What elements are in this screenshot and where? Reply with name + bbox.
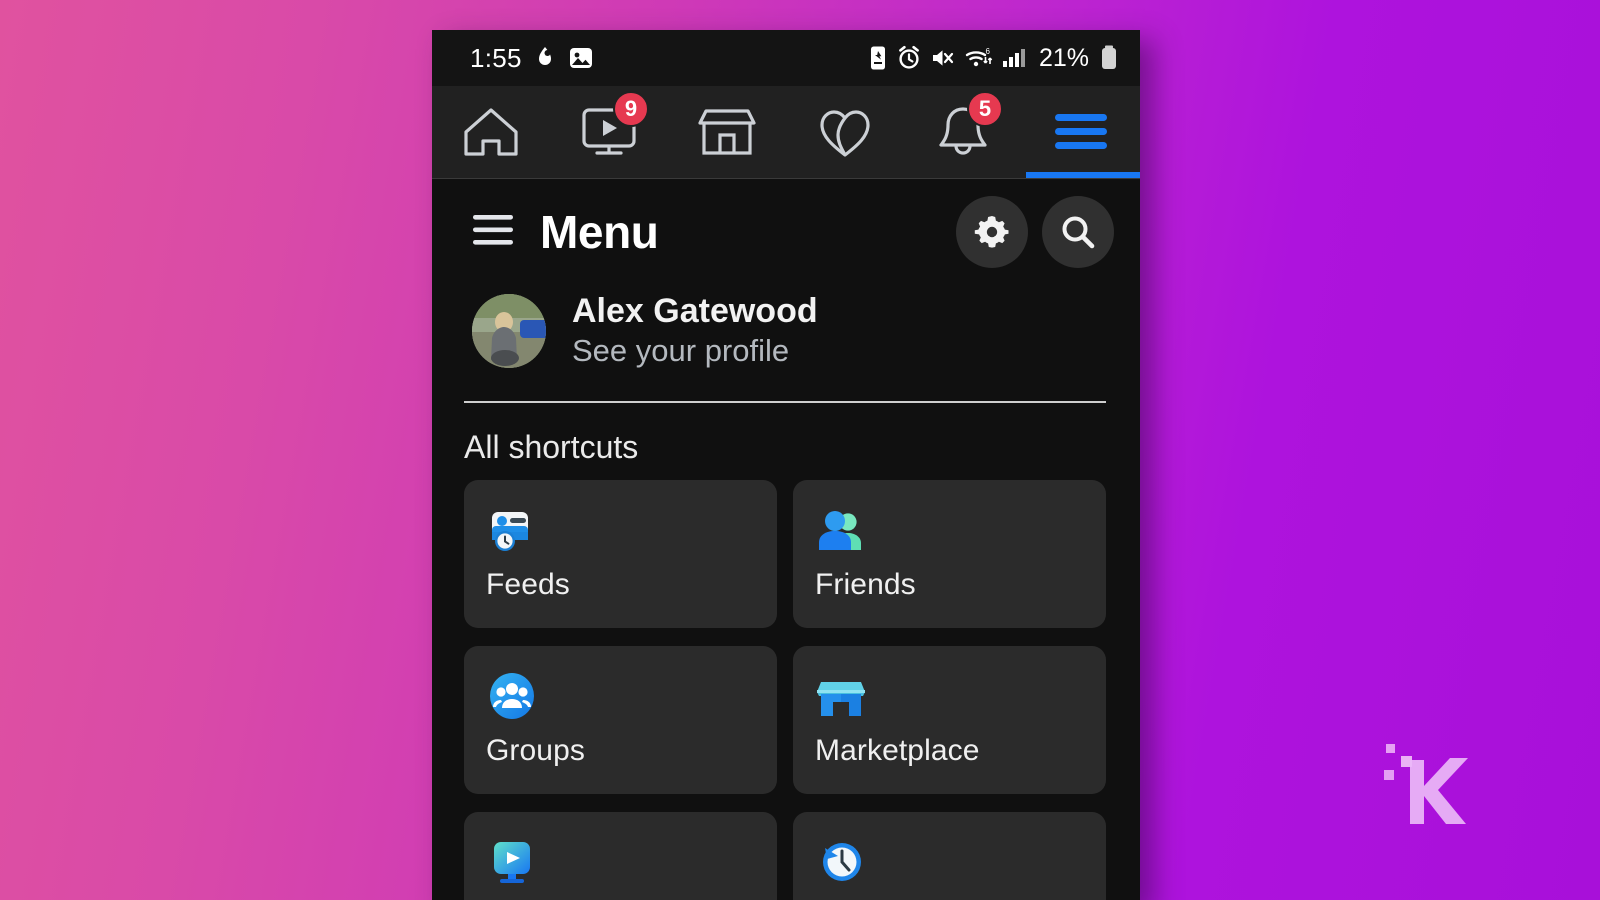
video-play-icon	[486, 836, 777, 888]
memories-clock-icon	[815, 836, 1106, 888]
shortcut-marketplace[interactable]: Marketplace	[793, 646, 1106, 795]
profile-row[interactable]: Alex Gatewood See your profile	[432, 275, 1140, 389]
shortcut-label: Groups	[486, 734, 585, 768]
marketplace-icon	[698, 109, 756, 155]
menu-header: Menu	[432, 179, 1140, 275]
battery-saver-icon	[870, 46, 885, 70]
shortcut-video[interactable]	[464, 812, 777, 900]
profile-text: Alex Gatewood See your profile	[572, 291, 818, 371]
cellular-signal-icon	[1002, 49, 1025, 67]
shortcut-label: Feeds	[486, 568, 570, 602]
shortcut-friends[interactable]: Friends	[793, 480, 1106, 629]
alarm-icon	[899, 45, 919, 69]
settings-button[interactable]	[956, 196, 1028, 268]
status-bar: 1:55 6 21%	[432, 30, 1140, 86]
status-bar-right: 6 21%	[868, 44, 1118, 73]
battery-icon	[1102, 45, 1116, 69]
groups-icon	[486, 670, 777, 722]
svg-text:6: 6	[985, 47, 990, 56]
menu-screen: Menu Alex Gatewood See your profile All …	[432, 179, 1140, 900]
screenshot-stage: 1:55 6 21% 9 5 Menu Alex Gatewood See yo…	[0, 0, 1600, 900]
menu-hamburger-icon[interactable]	[472, 212, 514, 253]
active-tab-indicator	[1026, 172, 1140, 178]
search-icon	[1062, 216, 1095, 249]
avatar	[472, 294, 546, 369]
page-title: Menu	[540, 206, 659, 258]
profile-name: Alex Gatewood	[572, 292, 818, 330]
marketplace-storefront-icon	[815, 670, 1106, 722]
menu-tab[interactable]	[1022, 86, 1140, 178]
all-shortcuts-heading: All shortcuts	[464, 429, 639, 466]
battery-percent: 21%	[1038, 43, 1089, 72]
header-actions	[956, 196, 1114, 268]
shortcuts-grid: Feeds Friends Groups Marketplace	[432, 480, 1140, 900]
video-badge: 9	[613, 91, 649, 127]
knowtechie-logo-icon	[1384, 744, 1468, 824]
shortcut-memories[interactable]	[793, 812, 1106, 900]
hamburger-icon	[1055, 114, 1107, 149]
notifications-badge: 5	[967, 91, 1003, 127]
marketplace-tab[interactable]	[668, 86, 786, 178]
status-time: 1:55	[470, 42, 522, 73]
hearts-icon	[820, 110, 870, 157]
notifications-tab[interactable]: 5	[904, 86, 1022, 178]
mute-vibrate-icon	[932, 50, 954, 66]
friends-icon	[815, 504, 1106, 556]
home-tab[interactable]	[432, 86, 550, 178]
shortcut-label: Marketplace	[815, 734, 980, 768]
feeds-icon	[486, 504, 777, 556]
shortcut-label: Friends	[815, 568, 916, 602]
facebook-nav-bar: 9 5	[432, 86, 1140, 178]
shortcut-feeds[interactable]: Feeds	[464, 480, 777, 629]
home-icon	[464, 108, 518, 156]
search-button[interactable]	[1042, 196, 1114, 268]
status-bar-left: 1:55	[470, 43, 594, 74]
video-tab[interactable]: 9	[550, 86, 668, 178]
profile-subtitle: See your profile	[572, 333, 790, 369]
data-saver-icon	[538, 47, 551, 65]
phone-screenshot: 1:55 6 21% 9 5 Menu Alex Gatewood See yo…	[432, 30, 1140, 900]
photo-icon	[569, 48, 592, 68]
dating-tab[interactable]	[786, 86, 904, 178]
wifi-6-icon: 6	[965, 47, 993, 67]
gear-icon	[974, 216, 1009, 248]
shortcut-groups[interactable]: Groups	[464, 646, 777, 795]
